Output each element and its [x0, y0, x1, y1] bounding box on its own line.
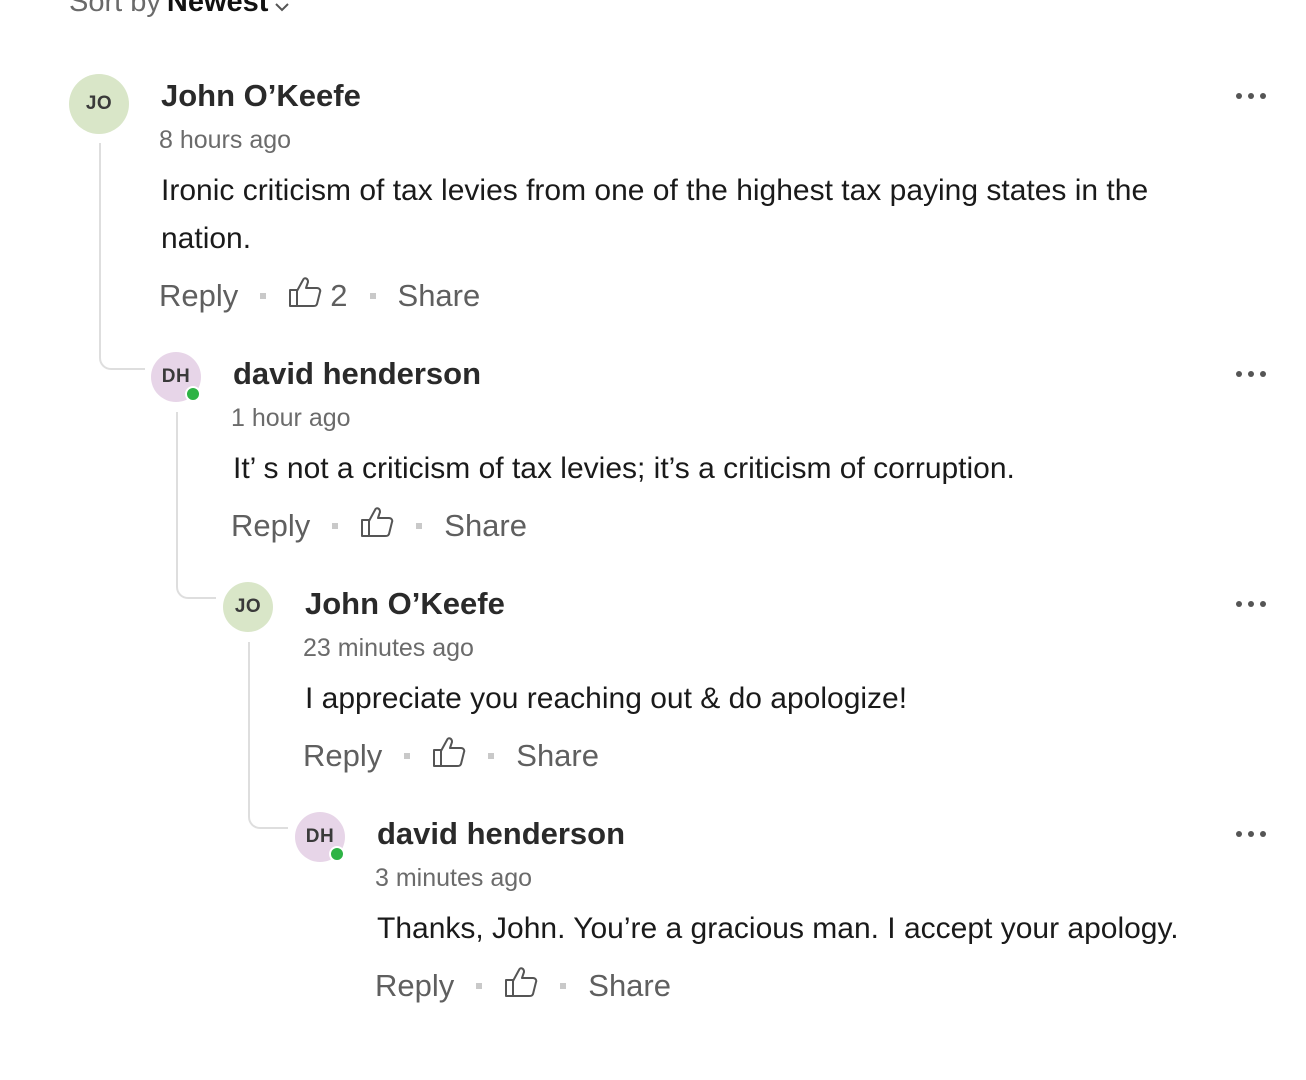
sort-dropdown[interactable]: Sort by Newest	[69, 0, 290, 20]
thumbs-up-icon	[432, 736, 466, 776]
avatar: DH	[295, 812, 345, 862]
thread-line	[176, 412, 216, 599]
comment-author[interactable]: John O’Keefe	[161, 78, 361, 114]
share-button[interactable]: Share	[588, 968, 671, 1004]
share-button[interactable]: Share	[516, 738, 599, 774]
avatar: JO	[223, 582, 273, 632]
avatar-initials: DH	[161, 366, 191, 387]
avatar-initials: JO	[234, 596, 262, 617]
comment-actions: Reply Share	[375, 966, 671, 1006]
comment-author[interactable]: david henderson	[233, 356, 481, 392]
comment-actions: Reply Share	[231, 506, 527, 546]
like-button[interactable]: 2	[288, 276, 348, 316]
action-separator	[488, 753, 495, 759]
comment-text: Ironic criticism of tax levies from one …	[161, 174, 1149, 255]
avatar-initials: JO	[85, 93, 113, 114]
comment-text: I appreciate you reaching out & do apolo…	[305, 682, 908, 715]
more-options-icon[interactable]	[1236, 367, 1266, 381]
comment-author[interactable]: david henderson	[377, 816, 625, 852]
more-options-icon[interactable]	[1236, 597, 1266, 611]
comment-timestamp: 23 minutes ago	[303, 634, 474, 662]
action-separator	[560, 983, 567, 989]
thumbs-up-icon	[360, 506, 394, 546]
comment-timestamp: 3 minutes ago	[375, 864, 533, 892]
online-status-indicator	[185, 386, 201, 402]
thumbs-up-icon	[288, 276, 322, 316]
more-options-icon[interactable]	[1236, 827, 1266, 841]
action-separator	[416, 523, 423, 529]
like-button[interactable]	[360, 506, 394, 546]
action-separator	[404, 753, 411, 759]
thread-line	[248, 642, 288, 829]
comment-text: It’ s not a criticism of tax levies; it’…	[233, 452, 1015, 485]
comment-actions: Reply Share	[303, 736, 599, 776]
sort-prefix: Sort by	[69, 0, 161, 18]
like-count: 2	[330, 278, 348, 313]
avatar: JO	[69, 74, 129, 134]
like-button[interactable]	[504, 966, 538, 1006]
action-separator	[260, 293, 267, 299]
comment-timestamp: 1 hour ago	[231, 404, 351, 432]
action-separator	[332, 523, 339, 529]
reply-button[interactable]: Reply	[231, 508, 310, 544]
action-separator	[476, 983, 483, 989]
more-options-icon[interactable]	[1236, 89, 1266, 103]
share-button[interactable]: Share	[444, 508, 527, 544]
comment-text: Thanks, John. You’re a gracious man. I a…	[377, 912, 1179, 945]
comment-author[interactable]: John O’Keefe	[305, 586, 505, 622]
avatar-initials: DH	[305, 826, 335, 847]
reply-button[interactable]: Reply	[375, 968, 454, 1004]
action-separator	[369, 293, 376, 299]
sort-value: Newest	[166, 0, 269, 18]
like-button[interactable]	[432, 736, 466, 776]
chevron-down-icon	[274, 0, 290, 20]
comment-actions: Reply 2 Share	[159, 276, 480, 316]
avatar: DH	[151, 352, 201, 402]
online-status-indicator	[329, 846, 345, 862]
share-button[interactable]: Share	[398, 278, 481, 314]
thumbs-up-icon	[504, 966, 538, 1006]
reply-button[interactable]: Reply	[159, 278, 238, 314]
comment-timestamp: 8 hours ago	[159, 126, 292, 154]
reply-button[interactable]: Reply	[303, 738, 382, 774]
thread-line	[99, 143, 145, 370]
